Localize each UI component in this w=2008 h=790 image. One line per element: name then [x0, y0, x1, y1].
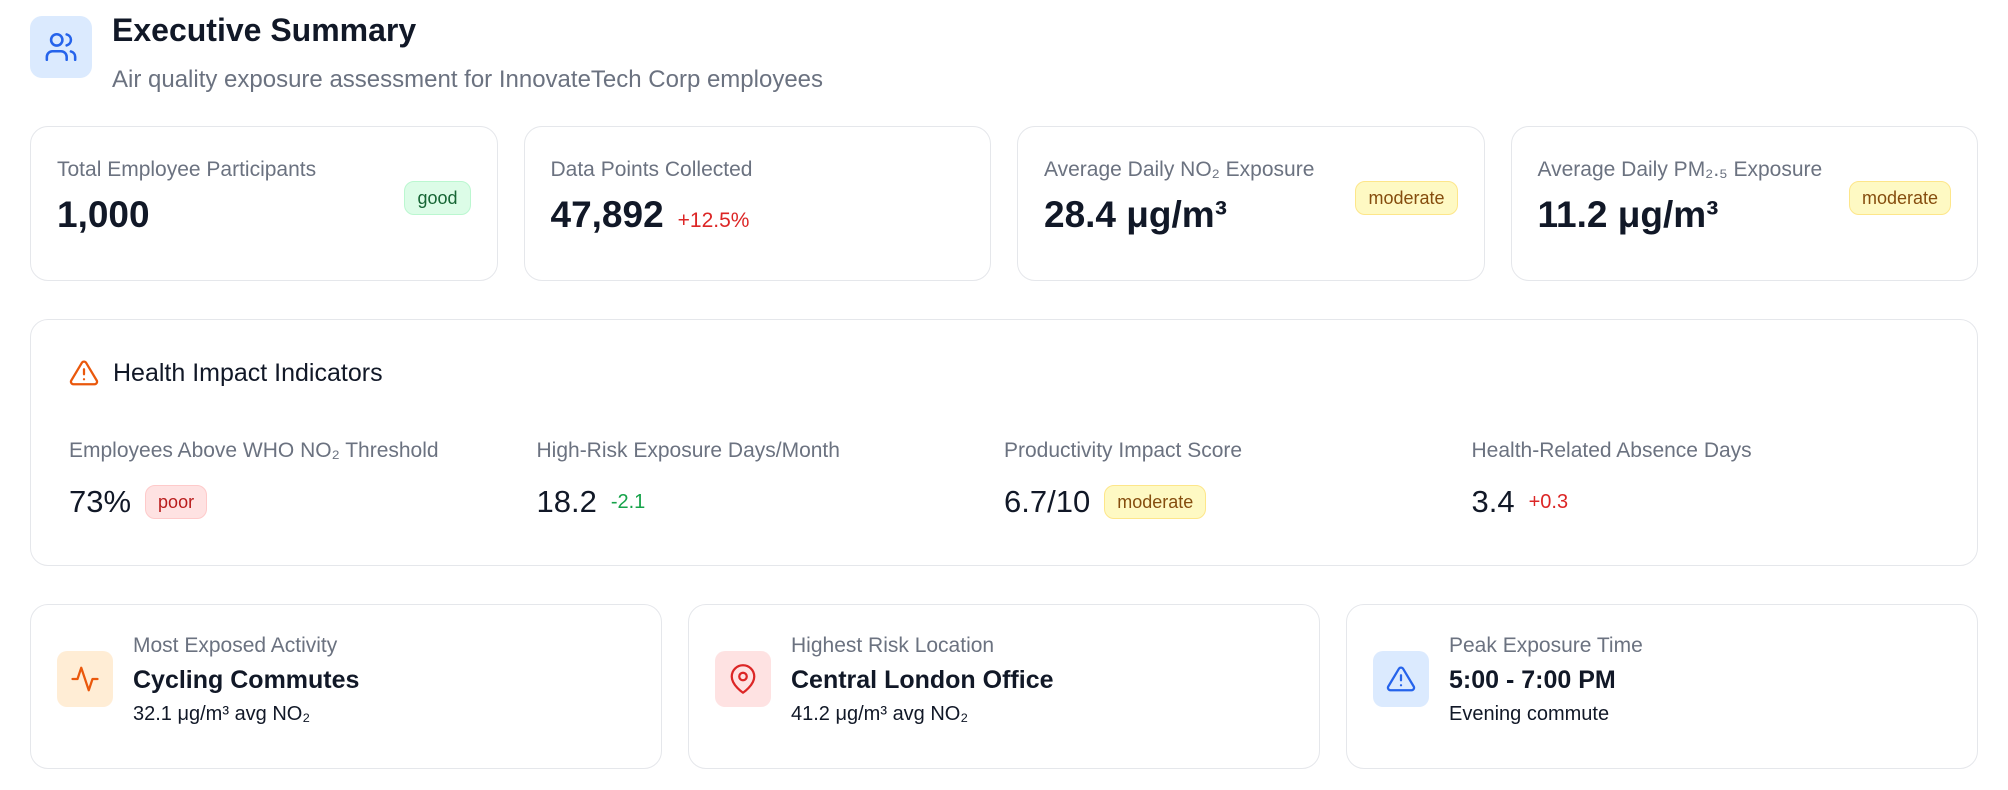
metrics-row: Total Employee Participants 1,000 good D…	[30, 126, 1978, 281]
indicator-label: Employees Above WHO NO₂ Threshold	[69, 439, 439, 462]
indicator-value: 18.2	[536, 484, 597, 519]
indicator-label: High-Risk Exposure Days/Month	[536, 439, 840, 462]
health-panel-title: Health Impact Indicators	[69, 358, 1939, 388]
alert-triangle-icon	[1373, 651, 1429, 707]
highlights-row: Most Exposed Activity Cycling Commutes 3…	[30, 604, 1978, 769]
metric-card-data-points: Data Points Collected 47,892 +12.5%	[523, 126, 991, 281]
status-badge: moderate	[1355, 181, 1458, 215]
highlight-label: Highest Risk Location	[791, 634, 995, 657]
executive-summary-page: Executive Summary Air quality exposure a…	[0, 0, 2008, 790]
indicator-value: 3.4	[1471, 484, 1515, 519]
highlight-card-activity: Most Exposed Activity Cycling Commutes 3…	[30, 604, 662, 769]
status-badge: poor	[145, 485, 208, 519]
status-badge: good	[404, 181, 471, 215]
warning-triangle-icon	[69, 360, 99, 386]
metric-label: Average Daily NO₂ Exposure	[1044, 158, 1315, 181]
highlight-title: Central London Office	[791, 666, 1054, 694]
health-indicators: Employees Above WHO NO₂ Threshold 73% po…	[69, 438, 1939, 520]
metric-value: 1,000	[57, 194, 150, 235]
indicator-value-line: 3.4 +0.3	[1472, 484, 1940, 520]
metric-label: Total Employee Participants	[57, 158, 317, 181]
metric-value: 28.4 μg/m³	[1044, 194, 1228, 235]
highlight-card-peak-time: Peak Exposure Time 5:00 - 7:00 PM Evenin…	[1346, 604, 1978, 769]
metric-card-no2: Average Daily NO₂ Exposure 28.4 μg/m³ mo…	[1017, 126, 1485, 281]
highlight-text: Peak Exposure Time 5:00 - 7:00 PM Evenin…	[1449, 633, 1643, 727]
health-panel-title-text: Health Impact Indicators	[113, 359, 383, 387]
highlight-label: Peak Exposure Time	[1449, 634, 1643, 657]
indicator-who-threshold: Employees Above WHO NO₂ Threshold 73% po…	[69, 438, 537, 520]
indicator-value-line: 73% poor	[69, 484, 537, 520]
metric-value: 11.2 μg/m³	[1537, 194, 1719, 235]
highlight-detail: 32.1 μg/m³ avg NO₂	[133, 703, 311, 725]
page-header: Executive Summary Air quality exposure a…	[30, 0, 1978, 126]
indicator-value-line: 6.7/10 moderate	[1004, 484, 1472, 520]
indicator-absence-days: Health-Related Absence Days 3.4 +0.3	[1472, 438, 1940, 520]
indicator-value: 73%	[69, 484, 132, 519]
indicator-label: Health-Related Absence Days	[1471, 439, 1752, 462]
page-subtitle: Air quality exposure assessment for Inno…	[112, 66, 824, 93]
highlight-detail: 41.2 μg/m³ avg NO₂	[791, 703, 969, 725]
indicator-change: +0.3	[1528, 490, 1569, 513]
highlight-detail: Evening commute	[1449, 703, 1610, 725]
metric-label: Data Points Collected	[550, 158, 753, 181]
metric-value-line: 47,892 +12.5%	[551, 193, 965, 237]
users-icon	[30, 16, 92, 78]
metric-value: 47,892	[550, 194, 664, 235]
metric-card-pm25: Average Daily PM₂.₅ Exposure 11.2 μg/m³ …	[1510, 126, 1978, 281]
highlight-label: Most Exposed Activity	[133, 634, 338, 657]
indicator-change: -2.1	[610, 490, 646, 513]
health-impact-panel: Health Impact Indicators Employees Above…	[30, 319, 1978, 566]
indicator-value-line: 18.2 -2.1	[537, 484, 1005, 520]
highlight-title: 5:00 - 7:00 PM	[1449, 666, 1616, 694]
indicator-productivity-score: Productivity Impact Score 6.7/10 moderat…	[1004, 438, 1472, 520]
highlight-card-location: Highest Risk Location Central London Off…	[688, 604, 1320, 769]
indicator-label: Productivity Impact Score	[1004, 439, 1243, 462]
highlight-text: Most Exposed Activity Cycling Commutes 3…	[133, 633, 359, 727]
activity-icon	[57, 651, 113, 707]
indicator-value: 6.7/10	[1004, 484, 1091, 519]
metric-change: +12.5%	[677, 209, 750, 232]
map-pin-icon	[715, 651, 771, 707]
status-badge: moderate	[1848, 181, 1951, 215]
metric-label: Average Daily PM₂.₅ Exposure	[1537, 158, 1823, 181]
metric-card-participants: Total Employee Participants 1,000 good	[30, 126, 498, 281]
indicator-high-risk-days: High-Risk Exposure Days/Month 18.2 -2.1	[537, 438, 1005, 520]
header-text: Executive Summary Air quality exposure a…	[112, 12, 823, 94]
highlight-title: Cycling Commutes	[133, 666, 360, 694]
highlight-text: Highest Risk Location Central London Off…	[791, 633, 1054, 727]
page-title: Executive Summary	[112, 12, 417, 48]
status-badge: moderate	[1104, 485, 1207, 519]
